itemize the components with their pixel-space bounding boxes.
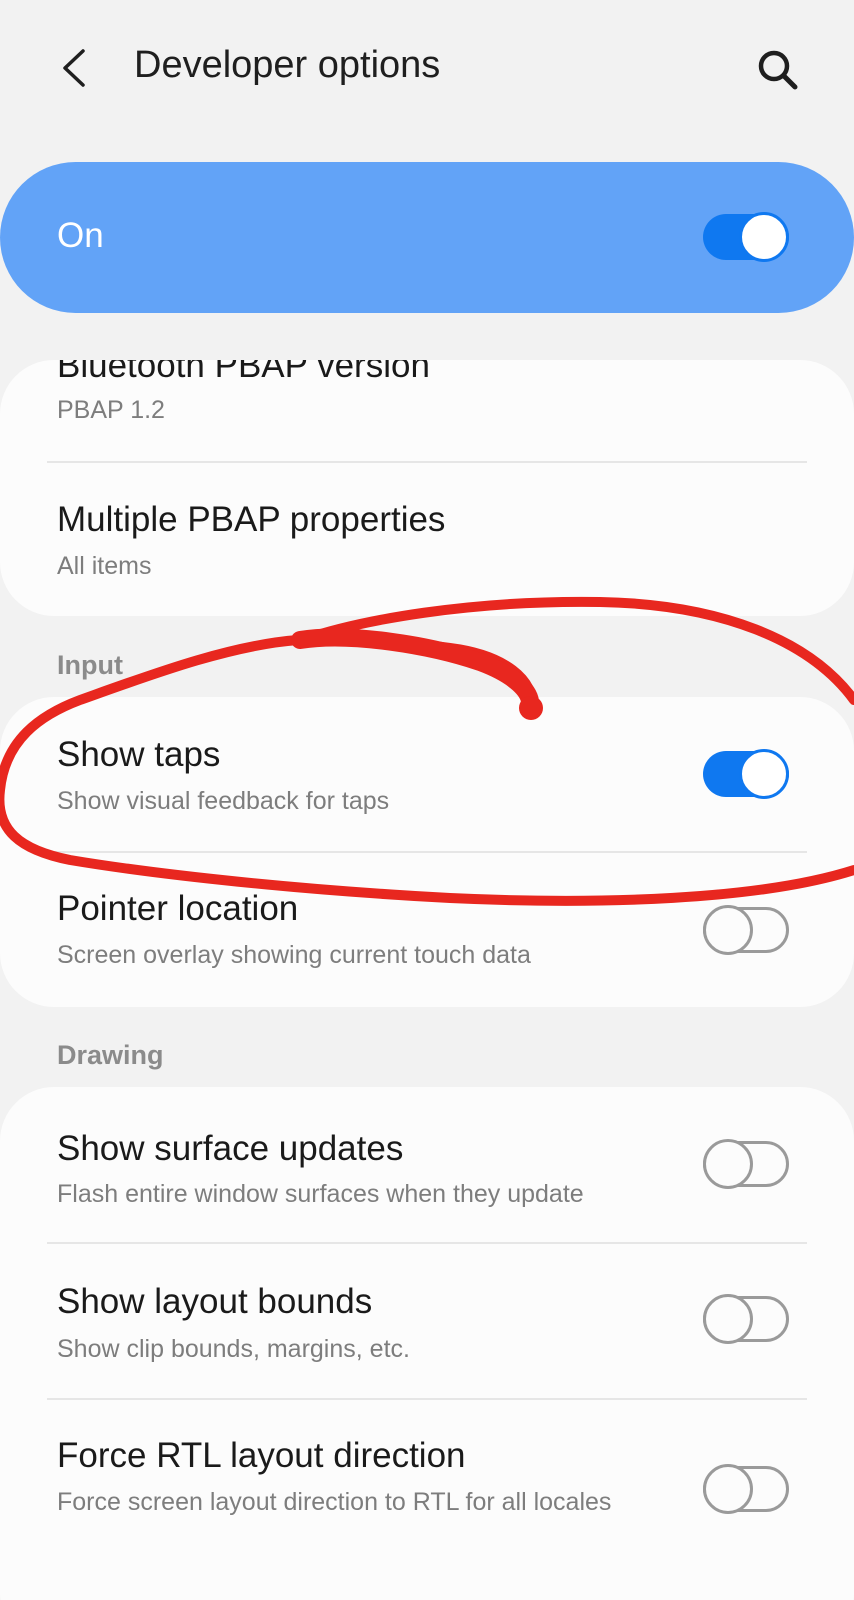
item-subtitle: Force screen layout direction to RTL for…	[57, 1488, 612, 1516]
show-layout-bounds-toggle[interactable]	[703, 1294, 789, 1344]
developer-options-screen: Developer options On Bluetooth PBAP vers…	[0, 0, 854, 1600]
app-bar: Developer options	[0, 0, 854, 140]
item-subtitle: Show clip bounds, margins, etc.	[57, 1335, 410, 1363]
search-button[interactable]	[748, 40, 808, 100]
pointer-location-toggle[interactable]	[703, 905, 789, 955]
item-title: Force RTL layout direction	[57, 1436, 466, 1475]
item-title: Multiple PBAP properties	[57, 500, 446, 539]
back-button[interactable]	[48, 38, 100, 98]
list-item-multiple-pbap-properties[interactable]: Multiple PBAP properties All items	[0, 463, 854, 616]
list-item-bluetooth-pbap-version[interactable]: Bluetooth PBAP version PBAP 1.2	[0, 360, 854, 460]
section-label-input: Input	[57, 650, 123, 680]
show-surface-updates-toggle[interactable]	[703, 1139, 789, 1189]
search-icon	[758, 50, 798, 90]
master-toggle[interactable]	[703, 212, 789, 262]
item-subtitle: Show visual feedback for taps	[57, 787, 390, 815]
item-subtitle: Flash entire window surfaces when they u…	[57, 1180, 584, 1208]
item-title: Bluetooth PBAP version	[57, 360, 430, 385]
chevron-left-icon	[63, 49, 85, 87]
force-rtl-toggle[interactable]	[703, 1464, 789, 1514]
page-title: Developer options	[134, 44, 441, 86]
list-item-show-layout-bounds[interactable]: Show layout bounds Show clip bounds, mar…	[0, 1244, 854, 1398]
item-title: Show surface updates	[57, 1129, 404, 1168]
list-item-pointer-location[interactable]: Pointer location Screen overlay showing …	[0, 853, 854, 1007]
list-item-force-rtl-layout-direction[interactable]: Force RTL layout direction Force screen …	[0, 1400, 854, 1600]
item-title: Show taps	[57, 735, 221, 774]
drawing-settings-card: Show surface updates Flash entire window…	[0, 1087, 854, 1600]
show-taps-toggle[interactable]	[703, 749, 789, 799]
item-subtitle: All items	[57, 552, 152, 580]
bluetooth-settings-card: Bluetooth PBAP version PBAP 1.2 Multiple…	[0, 360, 854, 616]
list-item-show-surface-updates[interactable]: Show surface updates Flash entire window…	[0, 1087, 854, 1241]
master-switch-label: On	[57, 216, 104, 255]
section-label-drawing: Drawing	[57, 1040, 164, 1070]
item-title: Show layout bounds	[57, 1282, 373, 1321]
list-item-show-taps[interactable]: Show taps Show visual feedback for taps	[0, 697, 854, 851]
master-switch-bar[interactable]: On	[0, 162, 854, 313]
item-title: Pointer location	[57, 889, 299, 928]
input-settings-card: Show taps Show visual feedback for taps …	[0, 697, 854, 1007]
item-subtitle: PBAP 1.2	[57, 396, 165, 424]
item-subtitle: Screen overlay showing current touch dat…	[57, 941, 531, 969]
